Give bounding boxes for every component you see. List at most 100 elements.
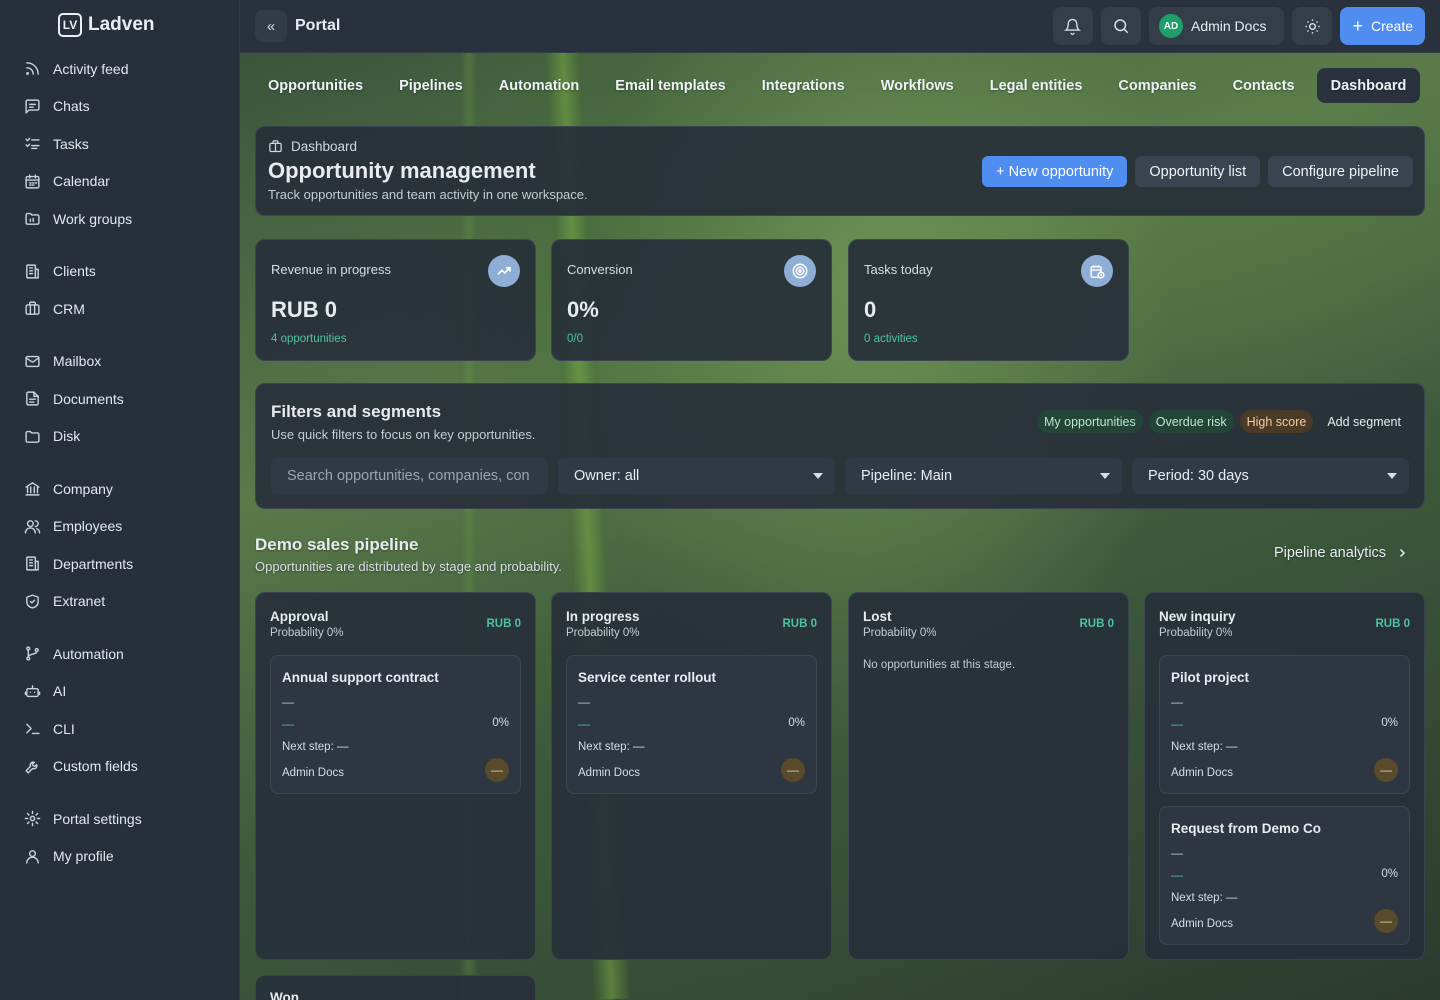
opportunity-card[interactable]: Annual support contract — — 0% Next step: — A… (270, 655, 521, 794)
pipeline-subtitle: Opportunities are distributed by stage a… (255, 559, 562, 574)
pipeline-analytics-label: Pipeline analytics (1274, 545, 1387, 561)
stage-column-in-progress: In progress Probability 0% RUB 0 Service ce… (551, 592, 832, 960)
sidebar-item-tasks[interactable]: Tasks (0, 125, 239, 163)
sidebar-item-departments[interactable]: Departments (0, 545, 239, 583)
pipeline-select[interactable]: Pipeline: Main (845, 458, 1122, 494)
sidebar-item-label: CRM (53, 300, 85, 317)
stage-name: Won (270, 990, 299, 1000)
segment-my-opportunities[interactable]: My opportunities (1037, 410, 1143, 433)
sidebar-item-label: My profile (53, 848, 114, 865)
tab-dashboard[interactable]: Dashboard (1316, 68, 1421, 103)
double-chevron-left-icon: « (266, 17, 276, 35)
tab-opportunities[interactable]: Opportunities (254, 68, 377, 103)
opportunity-amount: — (1171, 717, 1183, 731)
configure-pipeline-button[interactable]: Configure pipeline (1268, 156, 1413, 187)
stage-sum: RUB 0 (1079, 618, 1114, 630)
period-select[interactable]: Period: 30 days (1132, 458, 1409, 494)
sidebar-item-clients[interactable]: Clients (0, 253, 239, 291)
opportunity-company: — (282, 695, 294, 709)
opportunity-card[interactable]: Pilot project — — 0% Next step: — Admin Docs — (1159, 655, 1410, 794)
stat-note: 0 activities (864, 333, 918, 345)
sidebar-item-extranet[interactable]: Extranet (0, 583, 239, 621)
opportunity-probability: 0% (1381, 717, 1398, 729)
opportunity-title: Annual support contract (282, 670, 439, 685)
opportunity-list-button[interactable]: Opportunity list (1135, 156, 1261, 187)
users-icon (24, 518, 41, 535)
branch-icon (24, 645, 41, 662)
sidebar-item-company[interactable]: Company (0, 470, 239, 508)
tab-contacts[interactable]: Contacts (1219, 68, 1309, 103)
search-button[interactable] (1100, 7, 1141, 45)
stage-probability: Probability 0% (863, 627, 937, 639)
opportunity-card[interactable]: Request from Demo Co — — 0% Next step: — Admi… (1159, 806, 1410, 945)
sidebar-item-mailbox[interactable]: Mailbox (0, 343, 239, 381)
caret-down-icon (1387, 473, 1397, 479)
brand-logo[interactable]: LV Ladven (0, 0, 239, 50)
sidebar-item-automation[interactable]: Automation (0, 635, 239, 673)
breadcrumb-label: Dashboard (291, 139, 358, 154)
calendar-icon (24, 173, 41, 190)
sidebar-item-label: AI (53, 683, 67, 700)
pipeline-analytics-link[interactable]: Pipeline analytics (1274, 545, 1408, 561)
dashboard-header: Dashboard Opportunity management Track o… (255, 126, 1425, 216)
user-menu-button[interactable]: AD Admin Docs (1148, 7, 1285, 45)
search-input[interactable]: Search opportunities, companies, con (271, 458, 548, 494)
theme-toggle-button[interactable] (1292, 7, 1333, 45)
mail-icon (24, 353, 41, 370)
rss-icon (24, 60, 41, 77)
owner-select[interactable]: Owner: all (558, 458, 835, 494)
sidebar-item-label: Calendar (53, 173, 110, 190)
tab-legal-entities[interactable]: Legal entities (976, 68, 1097, 103)
sidebar-item-my-profile[interactable]: My profile (0, 838, 239, 876)
sidebar-item-documents[interactable]: Documents (0, 380, 239, 418)
sidebar-item-cli[interactable]: CLI (0, 710, 239, 748)
sidebar-item-ai[interactable]: AI (0, 673, 239, 711)
stat-value: 0 (864, 297, 877, 322)
stat-card-tasks: Tasks today 0 0 activities (848, 239, 1129, 361)
sidebar-item-label: Clients (53, 263, 96, 280)
sidebar-item-label: Activity feed (53, 60, 129, 77)
period-select-value: Period: 30 days (1148, 468, 1249, 484)
sidebar-item-label: Documents (53, 390, 124, 407)
tab-automation[interactable]: Automation (485, 68, 594, 103)
new-opportunity-button[interactable]: + New opportunity (982, 156, 1128, 187)
notifications-button[interactable] (1052, 7, 1093, 45)
sidebar-item-calendar[interactable]: Calendar (0, 163, 239, 201)
tab-companies[interactable]: Companies (1104, 68, 1210, 103)
opportunity-probability: 0% (1381, 868, 1398, 880)
opportunity-card[interactable]: Service center rollout — — 0% Next step: — Ad… (566, 655, 817, 794)
pipeline-select-value: Pipeline: Main (861, 468, 953, 484)
collapse-sidebar-button[interactable]: « (255, 10, 287, 42)
segment-high-score[interactable]: High score (1239, 410, 1314, 433)
stage-probability: Probability 0% (1159, 627, 1233, 639)
search-icon (1114, 19, 1129, 34)
create-button[interactable]: + Create (1340, 7, 1425, 45)
sidebar-item-employees[interactable]: Employees (0, 508, 239, 546)
sidebar-nav: Activity feed Chats Tasks Calendar Work grou… (0, 50, 239, 875)
building-icon (24, 263, 41, 280)
sidebar-item-custom-fields[interactable]: Custom fields (0, 748, 239, 786)
stage-name: In progress (566, 609, 640, 624)
terminal-icon (24, 720, 41, 737)
sidebar-item-disk[interactable]: Disk (0, 418, 239, 456)
score-badge: — (1374, 758, 1398, 782)
tab-email-templates[interactable]: Email templates (601, 68, 739, 103)
chevron-right-icon (1400, 548, 1406, 558)
tab-integrations[interactable]: Integrations (748, 68, 859, 103)
stat-card-conversion: Conversion 0% 0/0 (551, 239, 832, 361)
plus-icon: + (1352, 16, 1363, 36)
stage-name: New inquiry (1159, 609, 1236, 624)
sidebar-item-work-groups[interactable]: Work groups (0, 200, 239, 238)
sidebar-item-activity-feed[interactable]: Activity feed (0, 50, 239, 88)
add-segment-button[interactable]: Add segment (1319, 410, 1409, 433)
segment-overdue-risk[interactable]: Overdue risk (1148, 410, 1234, 433)
sidebar-item-crm[interactable]: CRM (0, 290, 239, 328)
stage-probability: Probability 0% (566, 627, 640, 639)
gear-icon (24, 810, 41, 827)
tab-workflows[interactable]: Workflows (867, 68, 968, 103)
sidebar-item-portal-settings[interactable]: Portal settings (0, 800, 239, 838)
sidebar-item-chats[interactable]: Chats (0, 88, 239, 126)
filters-panel: Filters and segments Use quick filters t… (255, 383, 1425, 509)
stat-label: Conversion (567, 262, 633, 277)
tab-pipelines[interactable]: Pipelines (385, 68, 477, 103)
